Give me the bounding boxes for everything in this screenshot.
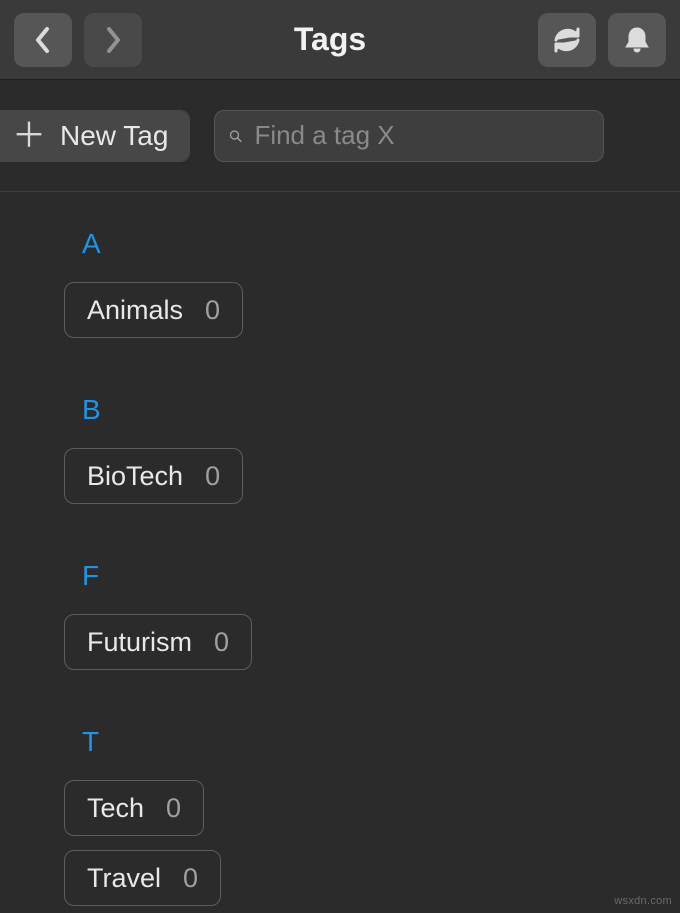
section-letter: A [82, 228, 680, 260]
chevron-right-icon [102, 25, 124, 55]
tag-section: F Futurism 0 [64, 560, 680, 684]
section-letter: F [82, 560, 680, 592]
section-letter: T [82, 726, 680, 758]
notifications-button[interactable] [608, 13, 666, 67]
tag-count: 0 [183, 863, 198, 894]
tag-name: Futurism [87, 627, 192, 658]
tag-chip[interactable]: Animals 0 [64, 282, 243, 338]
new-tag-label: New Tag [60, 120, 168, 152]
tag-name: Tech [87, 793, 144, 824]
forward-button[interactable] [84, 13, 142, 67]
section-letter: B [82, 394, 680, 426]
plus-icon: ＋ [12, 119, 46, 153]
tag-count: 0 [205, 295, 220, 326]
tag-name: BioTech [87, 461, 183, 492]
tag-name: Animals [87, 295, 183, 326]
search-icon [229, 123, 242, 149]
tag-count: 0 [205, 461, 220, 492]
tag-list: AAnimals0BBioTech0FFuturism0TTech0Travel… [0, 192, 680, 913]
tag-chip[interactable]: Futurism 0 [64, 614, 252, 670]
tag-section: T Tech 0 Travel 0 [64, 726, 680, 913]
back-button[interactable] [14, 13, 72, 67]
chevron-left-icon [32, 25, 54, 55]
tag-chip[interactable]: Travel 0 [64, 850, 221, 906]
tag-name: Travel [87, 863, 161, 894]
search-field[interactable] [214, 110, 604, 162]
tag-chip[interactable]: Tech 0 [64, 780, 204, 836]
tag-section: A Animals 0 [64, 228, 680, 352]
toolbar: Tags [0, 0, 680, 80]
watermark: wsxdn.com [614, 895, 672, 907]
sync-button[interactable] [538, 13, 596, 67]
tag-count: 0 [214, 627, 229, 658]
bell-icon [622, 25, 652, 55]
new-tag-button[interactable]: ＋ New Tag [0, 110, 190, 162]
search-input[interactable] [254, 120, 589, 151]
tag-section: B BioTech 0 [64, 394, 680, 518]
page-title: Tags [134, 21, 526, 58]
tag-chip[interactable]: BioTech 0 [64, 448, 243, 504]
tag-count: 0 [166, 793, 181, 824]
sync-icon [551, 24, 583, 56]
action-row: ＋ New Tag [0, 80, 680, 192]
